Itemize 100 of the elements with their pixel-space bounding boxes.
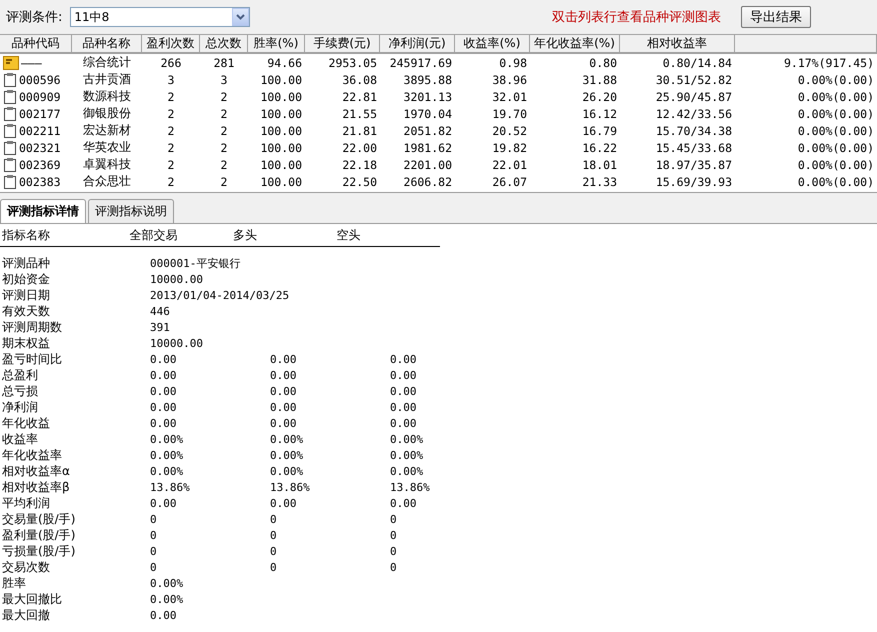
table-cell: 002383	[19, 174, 61, 188]
table-cell-text: 32.01	[491, 90, 528, 104]
metric-value: 0	[150, 560, 157, 574]
table-cell-text: 22.50	[341, 174, 378, 188]
metric-value: 0.00	[150, 496, 176, 510]
metric-value: 10000.00	[150, 336, 203, 350]
metric-value: 0.00	[270, 368, 296, 382]
metric-value: 0	[270, 528, 277, 542]
table-cell: 002211	[19, 124, 61, 138]
table-cell-text: 0.00%(0.00)	[796, 106, 875, 120]
table-cell-text: 2	[166, 124, 176, 138]
table-cell-text: 26.07	[491, 174, 528, 188]
metric-name: 胜率	[2, 576, 26, 590]
metric-value: 0	[270, 544, 277, 558]
column-header: 全部交易	[130, 228, 178, 242]
metric-value: 0.00	[150, 608, 176, 622]
column-header[interactable]: 收益率(%)	[455, 35, 530, 52]
table-cell-text: 100.00	[259, 158, 303, 172]
table-cell-text: 合众思壮	[82, 173, 132, 190]
column-header[interactable]: 盈利次数	[142, 35, 200, 52]
table-cell-text: 21.33	[581, 174, 618, 188]
table-cell-text: 100.00	[259, 174, 303, 188]
metric-name: 总亏损	[2, 384, 38, 398]
table-cell-text: 2	[220, 90, 228, 104]
table-cell-text: 9.17%(917.45)	[782, 56, 875, 70]
table-cell-text: 100.00	[259, 72, 303, 86]
metric-name: 交易量(股/手)	[2, 512, 76, 526]
metric-value: 0.00	[270, 384, 296, 398]
metric-value: 0	[390, 512, 397, 526]
table-cell-text: 2	[166, 90, 176, 104]
table-cell-text: 0.00%(0.00)	[796, 140, 875, 154]
metric-value: 0	[270, 512, 277, 526]
table-cell-text: 2953.05	[328, 56, 378, 70]
table-cell-text: 100.00	[259, 106, 303, 120]
table-cell-text: 30.51/52.82	[654, 72, 733, 86]
table-cell-text: 0.80/14.84	[662, 56, 733, 70]
clipboard-icon	[3, 157, 17, 172]
column-header[interactable]: 相对收益率	[620, 35, 735, 52]
metric-value: 0.00%	[150, 464, 184, 478]
export-button[interactable]: 导出结果	[741, 6, 811, 28]
table-cell-text: 2	[166, 106, 176, 120]
metric-value: 0.00	[390, 384, 416, 398]
metric-value: 0.00	[150, 384, 176, 398]
table-cell-text: 16.22	[581, 140, 618, 154]
tab[interactable]: 评测指标详情	[0, 199, 86, 223]
metric-value: 0.00%	[150, 448, 184, 462]
condition-label: 评测条件:	[6, 9, 62, 26]
metric-name: 亏损量(股/手)	[2, 544, 76, 558]
table-cell-text: 2	[166, 140, 176, 154]
column-header[interactable]: 总次数	[200, 35, 248, 52]
table-cell-text: 2	[220, 106, 228, 120]
column-header[interactable]: 品种代码	[0, 35, 72, 52]
metric-value: 0.00	[390, 496, 416, 510]
metric-value: 0.00	[270, 416, 296, 430]
metric-value: 000001-平安银行	[150, 256, 240, 270]
table-cell-text: 1970.04	[402, 106, 453, 120]
metric-name: 初始资金	[2, 272, 50, 286]
metric-value: 0.00	[390, 368, 416, 382]
metric-value: 0.00	[270, 496, 296, 510]
table-cell-text: 266	[160, 56, 182, 70]
table-cell-text: 22.81	[341, 90, 378, 104]
table-cell: ———	[21, 56, 42, 70]
metric-name: 有效天数	[2, 304, 50, 318]
table-cell-text: 100.00	[259, 124, 303, 138]
metric-name: 年化收益	[2, 416, 50, 430]
table-cell-text: 18.97/35.87	[654, 158, 733, 172]
table-cell-text: 0.98	[498, 56, 528, 70]
column-header[interactable]: 净利润(元)	[380, 35, 455, 52]
column-header: 多头	[233, 228, 258, 242]
table-cell-text: 94.66	[266, 56, 303, 70]
table-cell-text: 1981.62	[402, 140, 453, 154]
column-header[interactable]: 胜率(%)	[248, 35, 305, 52]
table-cell-text: 御银股份	[82, 105, 132, 122]
metric-name: 最大回撤	[2, 608, 50, 622]
metric-name: 盈利量(股/手)	[2, 528, 76, 542]
clipboard-icon	[3, 140, 17, 155]
table-cell-text: 2606.82	[402, 174, 453, 188]
clipboard-icon	[3, 123, 17, 138]
metric-value: 0.00%	[150, 592, 184, 606]
table-cell-text: 281	[212, 56, 236, 70]
column-header[interactable]: 品种名称	[72, 35, 142, 52]
table-cell-text: 19.70	[491, 106, 528, 120]
column-header[interactable]: 手续费(元)	[305, 35, 380, 52]
table-cell-text: 2051.82	[402, 124, 453, 138]
table-cell-text: 0.00%(0.00)	[796, 158, 875, 172]
clipboard-icon	[3, 72, 17, 87]
metric-value: 446	[150, 304, 170, 318]
column-header[interactable]: 年化收益率(%)	[530, 35, 620, 52]
metric-value: 0.00%	[390, 464, 424, 478]
metric-value: 0	[270, 560, 277, 574]
condition-dropdown[interactable]: 11中8	[70, 7, 250, 27]
metric-value: 2013/01/04-2014/03/25	[150, 288, 290, 302]
folder-icon	[3, 56, 19, 70]
table-cell-text: 22.01	[491, 158, 528, 172]
metric-value: 0	[150, 512, 157, 526]
tab[interactable]: 评测指标说明	[88, 199, 174, 223]
metric-name: 收益率	[2, 432, 38, 446]
metric-value: 13.86%	[270, 480, 310, 494]
table-cell-text: 3	[220, 72, 228, 86]
metric-name: 相对收益率β	[2, 480, 70, 494]
